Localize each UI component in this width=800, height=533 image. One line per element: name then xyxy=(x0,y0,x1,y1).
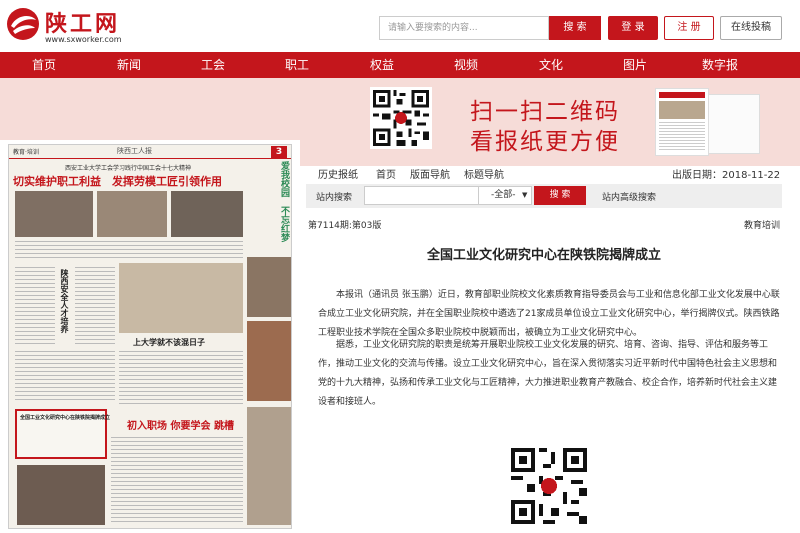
layout-nav-link[interactable]: 版面导航 xyxy=(410,166,450,181)
nav-item-workers[interactable]: 职工 xyxy=(267,52,327,78)
paper-section: 教育·培训 xyxy=(13,149,39,156)
banner-line-1: 扫一扫二维码 xyxy=(470,99,620,125)
history-papers-link[interactable]: 历史报纸 xyxy=(318,166,358,181)
paper-text-block xyxy=(75,267,115,347)
paper-text-block xyxy=(119,351,243,407)
nav-item-pictures[interactable]: 图片 xyxy=(605,52,665,78)
site-search-button[interactable]: 搜 索 xyxy=(534,186,586,205)
search-input[interactable]: 请输入要搜索的内容... xyxy=(379,16,549,40)
submit-article-button[interactable]: 在线投稿 xyxy=(720,16,782,40)
banner-newspaper-image xyxy=(655,88,709,156)
qr-code-icon xyxy=(370,87,432,149)
paper-photo xyxy=(119,263,243,333)
search-button[interactable]: 搜 索 xyxy=(549,16,601,40)
article-title: 全国工业文化研究中心在陕铁院揭牌成立 xyxy=(426,248,661,263)
logo-mark-icon xyxy=(7,8,39,40)
paper-text-block xyxy=(15,351,115,403)
nav-item-culture[interactable]: 文化 xyxy=(521,52,581,78)
paper-text-block xyxy=(111,437,243,525)
paper-name: 陕西工人报 xyxy=(117,147,152,155)
paper-article-title[interactable]: 初入职场 你要学会 跳槽 xyxy=(127,417,234,432)
banner-newspaper-image xyxy=(706,94,760,154)
paper-subtitle[interactable]: 陕西安全人才培养 xyxy=(59,269,70,333)
site-url: www.sxworker.com xyxy=(45,35,122,44)
publication-date: 出版日期：2018-11-22 xyxy=(672,170,781,181)
site-title: 陕工网 xyxy=(45,11,121,37)
article-paragraph: 本报讯（通讯员 张玉鹏）近日，教育部职业院校文化素质教育指导委员会与工业和信息化… xyxy=(318,290,780,338)
site-header: 陕工网 www.sxworker.com 请输入要搜索的内容... 搜 索 登 … xyxy=(0,0,800,52)
paper-photo xyxy=(171,191,243,237)
banner-line-2: 看报纸更方便 xyxy=(470,129,620,155)
title-nav-link[interactable]: 标题导航 xyxy=(464,166,504,181)
chevron-down-icon: ▼ xyxy=(522,191,528,199)
paper-photo xyxy=(247,257,291,317)
article-paragraph: 据悉，工业文化研究院的职责是统筹开展职业院校工业文化发展的研究、培育、咨询、指导… xyxy=(318,340,778,407)
paper-text-block xyxy=(15,241,243,261)
main-nav: 首页 新闻 工会 职工 权益 视频 文化 图片 数字报 xyxy=(0,52,800,78)
nav-item-news[interactable]: 新闻 xyxy=(99,52,159,78)
paper-headline[interactable]: 切实维护职工利益 发挥劳模工匠引领作用 xyxy=(13,173,222,189)
paper-photo xyxy=(17,465,105,525)
paper-kicker: 西安工业大学工会学习践行中国工会十七大精神 xyxy=(65,165,192,172)
site-search-label: 站内搜索 xyxy=(316,193,353,203)
nav-item-union[interactable]: 工会 xyxy=(183,52,243,78)
paper-photo xyxy=(15,191,93,237)
newspaper-page-frame: 教育·培训 陕西工人报 3 西安工业大学工会学习践行中国工会十七大精神 切实维护… xyxy=(0,140,300,533)
nav-item-video[interactable]: 视频 xyxy=(436,52,496,78)
site-logo[interactable]: 陕工网 www.sxworker.com xyxy=(5,4,145,48)
page-section-label: 教育培训 xyxy=(744,221,781,231)
home-link[interactable]: 首页 xyxy=(376,166,396,181)
register-button[interactable]: 注 册 xyxy=(664,16,714,40)
login-button[interactable]: 登 录 xyxy=(608,16,658,40)
nav-item-home[interactable]: 首页 xyxy=(14,52,74,78)
highlighted-article-area[interactable]: 全国工业文化研究中心在陕铁院揭牌成立 xyxy=(15,409,111,459)
paper-side-title[interactable]: 爱我校园 不忘红梦 xyxy=(247,161,291,253)
paper-header: 教育·培训 陕西工人报 3 xyxy=(9,145,291,159)
paper-photo xyxy=(97,191,167,237)
advanced-search-link[interactable]: 站内高级搜索 xyxy=(602,190,656,203)
issue-info: 第7114期:第03版 xyxy=(308,221,382,231)
qr-code-icon xyxy=(507,444,591,528)
paper-page-number: 3 xyxy=(271,146,287,158)
nav-item-rights[interactable]: 权益 xyxy=(352,52,412,78)
nav-item-digital-paper[interactable]: 数字报 xyxy=(690,52,750,78)
paper-photo xyxy=(247,321,291,401)
newspaper-page-image[interactable]: 教育·培训 陕西工人报 3 西安工业大学工会学习践行中国工会十七大精神 切实维护… xyxy=(8,144,292,529)
highlighted-article-title: 全国工业文化研究中心在陕铁院揭牌成立 xyxy=(20,415,111,421)
paper-text-block xyxy=(15,267,55,347)
paper-article-title[interactable]: 上大学就不该混日子 xyxy=(133,337,205,348)
paper-photo xyxy=(247,407,291,525)
